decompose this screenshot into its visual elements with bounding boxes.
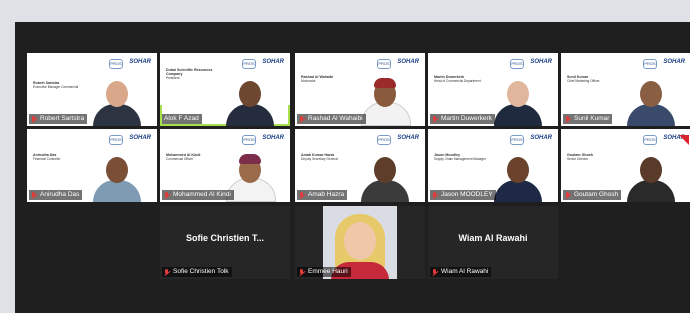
participant-display-name: Wiam Al Rawahi [458,233,528,243]
pros-logo: PROS [109,135,123,145]
mic-muted-icon [432,115,438,123]
sohar-logo: SOHAR [397,59,419,65]
sohar-logo: SOHAR [397,135,419,141]
sohar-logo: SOHAR [262,59,284,65]
nameplate: Martin Duwerkerk [430,114,495,124]
pros-logo: PROS [377,135,391,145]
participant-tile[interactable]: Emmee Hauri [295,206,425,279]
sohar-logo: SOHAR [262,135,284,141]
participant-video [623,146,679,202]
brand-accent [679,135,689,145]
participant-tile[interactable]: PROS SOHAR Jason Moodley Supply Chain Man… [428,129,558,202]
participant-tile[interactable]: PROS SOHAR Rashad Al Wahaibi Moderator Ra… [295,53,425,126]
pros-logo: PROS [643,135,657,145]
nameplate: Alok F Azad [162,114,202,124]
mic-muted-icon [299,268,305,276]
mic-muted-icon [31,191,37,199]
pros-logo: PROS [377,59,391,69]
mic-muted-icon [31,115,37,123]
pros-logo: PROS [510,59,524,69]
nameplate: Goutam Ghosh [563,190,622,200]
mic-muted-icon [432,191,438,199]
pros-logo: PROS [109,59,123,69]
nameplate: Sunil Kumar [563,114,613,124]
nameplate: Emmee Hauri [297,267,351,277]
participant-tile[interactable]: PROS SOHAR Goutam Ghosh Senior Director G… [561,129,690,202]
pros-logo: PROS [242,135,256,145]
mic-muted-icon [432,268,438,276]
participant-video [89,70,145,126]
pros-logo: PROS [510,135,524,145]
pros-logo: PROS [643,59,657,69]
participant-video [222,70,278,126]
participant-tile-no-video[interactable]: Sofie Christien T... Sofie Christien Tol… [160,206,290,279]
participant-video [623,70,679,126]
sohar-logo: SOHAR [530,135,552,141]
participant-video [490,70,546,126]
nameplate: Robert Sartstra [29,114,88,124]
nameplate: Jason MOODLEY [430,190,496,200]
participant-tile[interactable]: PROS SOHAR Martin Duwerkerk Head of Comme… [428,53,558,126]
video-conference-window: PROS SOHAR Robert Sartstra Executive Mana… [15,22,690,313]
nameplate: Rashad Al Wahaibi [297,114,366,124]
mic-muted-icon [164,268,170,276]
mic-muted-icon [565,115,571,123]
participant-tile[interactable]: PROS SOHAR Mohammed Al Kindi Commercial O… [160,129,290,202]
participant-tile[interactable]: PROS SOHAR Sunil Kumar Chief Marketing Of… [561,53,690,126]
sohar-logo: SOHAR [129,135,151,141]
participant-video [89,146,145,202]
participant-tile-active-speaker[interactable]: PROS SOHAR Dubai Scientific Resources Co… [160,53,290,126]
participant-tile[interactable]: PROS SOHAR Robert Sartstra Executive Mana… [27,53,157,126]
participant-video [357,146,413,202]
nameplate: Amab Hazra [297,190,348,200]
participant-display-name: Sofie Christien T... [185,233,264,243]
mic-muted-icon [299,115,305,123]
sohar-logo: SOHAR [129,59,151,65]
participant-tile-no-video[interactable]: Wiam Al Rawahi Wiam Al Rawahi [428,206,558,279]
nameplate: Sofie Christien Tolk [162,267,232,277]
nameplate: Wiam Al Rawahi [430,267,492,277]
participant-video [490,146,546,202]
pros-logo: PROS [242,59,256,69]
mic-muted-icon [299,191,305,199]
sohar-logo: SOHAR [663,59,685,65]
nameplate: Mohammed Al Kindi [162,190,234,200]
mic-muted-icon [164,191,170,199]
nameplate: Anirudha Das [29,190,83,200]
mic-muted-icon [565,191,571,199]
participant-tile[interactable]: PROS SOHAR Amab Kumar Hazra Deputy Secret… [295,129,425,202]
sohar-logo: SOHAR [530,59,552,65]
participant-tile[interactable]: PROS SOHAR Anirudha Das Financial Control… [27,129,157,202]
